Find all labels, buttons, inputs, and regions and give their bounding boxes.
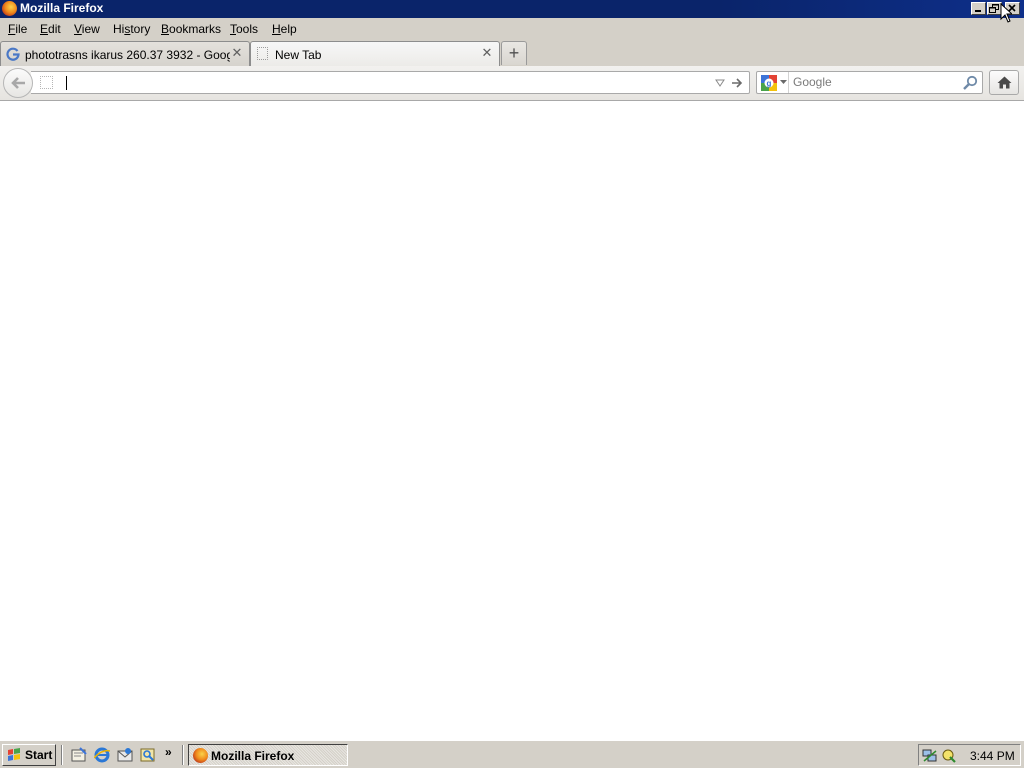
search-input[interactable]: Google — [793, 75, 953, 89]
show-desktop-icon[interactable] — [71, 747, 87, 763]
taskbar-button-firefox[interactable]: Mozilla Firefox — [188, 744, 348, 766]
taskbar-separator — [61, 745, 63, 765]
chevron-down-icon — [780, 80, 787, 84]
window-title: Mozilla Firefox — [20, 1, 104, 15]
start-label: Start — [25, 748, 53, 762]
security-icon[interactable] — [941, 748, 957, 764]
site-identity-icon[interactable] — [40, 76, 53, 89]
tab-label: phototrasns ikarus 260.37 3932 - Google … — [25, 48, 230, 62]
screen: Mozilla Firefox File Edit View History B… — [0, 0, 1024, 768]
home-icon — [997, 76, 1012, 89]
taskbar-separator — [182, 745, 184, 765]
windows-logo-icon — [8, 748, 20, 761]
search-icon[interactable] — [962, 75, 978, 91]
menu-bookmarks[interactable]: Bookmarks — [161, 22, 221, 36]
history-dropdown-icon[interactable] — [715, 79, 725, 87]
taskbar-button-label: Mozilla Firefox — [211, 749, 295, 763]
url-input[interactable] — [66, 74, 706, 91]
menu-help[interactable]: Help — [272, 22, 297, 36]
quick-launch-more[interactable]: » — [165, 745, 172, 759]
tab-google-search[interactable]: phototrasns ikarus 260.37 3932 - Google … — [0, 41, 250, 66]
search-bar[interactable]: g Google — [756, 71, 983, 94]
minimize-icon — [975, 10, 981, 12]
svg-text:g: g — [767, 79, 772, 88]
clock[interactable]: 3:44 PM — [970, 749, 1015, 763]
new-tab-button[interactable]: + — [501, 41, 527, 65]
menu-tools[interactable]: Tools — [230, 22, 258, 36]
tab-close-button[interactable]: ✕ — [231, 46, 243, 60]
menu-view[interactable]: View — [74, 22, 100, 36]
navigation-toolbar: g Google — [0, 66, 1024, 101]
tab-strip: phototrasns ikarus 260.37 3932 - Google … — [0, 40, 1024, 66]
start-button[interactable]: Start — [2, 744, 56, 766]
google-g-icon — [6, 47, 20, 61]
network-icon[interactable] — [922, 748, 938, 764]
tab-label: New Tab — [275, 48, 322, 62]
title-bar[interactable]: Mozilla Firefox — [0, 0, 1024, 18]
system-tray: 3:44 PM — [918, 744, 1021, 766]
page-content[interactable] — [0, 101, 1024, 740]
minimize-button[interactable] — [971, 2, 986, 15]
tab-new-tab[interactable]: New Tab ✕ — [250, 41, 500, 66]
mouse-pointer-icon — [1000, 3, 1012, 23]
blank-page-icon — [257, 47, 268, 60]
internet-explorer-icon[interactable] — [94, 747, 110, 763]
menu-history[interactable]: History — [113, 22, 150, 36]
outlook-express-icon[interactable] — [117, 747, 133, 763]
menu-file[interactable]: File — [8, 22, 27, 36]
go-arrow-icon[interactable] — [731, 77, 743, 89]
back-button[interactable] — [3, 68, 33, 98]
menu-edit[interactable]: Edit — [40, 22, 61, 36]
firefox-icon — [2, 1, 17, 16]
search-engine-selector[interactable]: g — [757, 72, 789, 93]
explorer-search-icon[interactable] — [140, 747, 156, 763]
tab-close-button[interactable]: ✕ — [481, 46, 493, 60]
home-button[interactable] — [989, 70, 1019, 95]
firefox-icon — [193, 748, 208, 763]
menu-bar: File Edit View History Bookmarks Tools H… — [0, 18, 1024, 40]
back-arrow-icon — [11, 77, 25, 89]
url-bar[interactable] — [31, 71, 750, 94]
taskbar: Start » Mozilla Firefox 3:44 PM — [0, 740, 1024, 768]
google-icon: g — [761, 75, 777, 91]
